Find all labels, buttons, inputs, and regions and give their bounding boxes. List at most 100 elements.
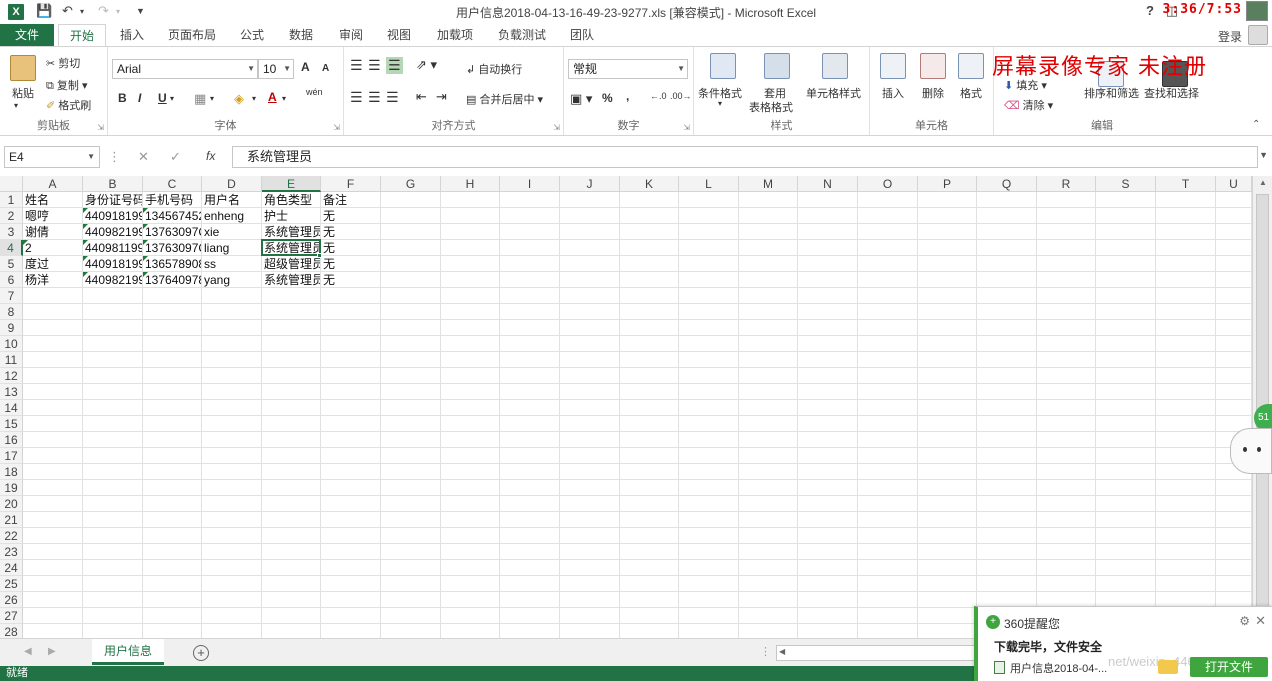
- row-header[interactable]: 6: [0, 272, 23, 288]
- name-box-dropdown-icon[interactable]: ▼: [87, 147, 95, 167]
- row-header[interactable]: 14: [0, 400, 23, 416]
- row-header[interactable]: 12: [0, 368, 23, 384]
- fill-color-dropdown-icon[interactable]: ▾: [252, 94, 256, 103]
- table-cell[interactable]: 度过: [23, 256, 82, 272]
- row-header[interactable]: 18: [0, 464, 23, 480]
- italic-button[interactable]: I: [138, 91, 141, 105]
- cut-button[interactable]: ✂ 剪切: [46, 55, 80, 71]
- percent-button[interactable]: %: [602, 91, 613, 105]
- row-header[interactable]: 19: [0, 480, 23, 496]
- phonetic-button[interactable]: wén: [306, 87, 323, 97]
- cell-styles-icon[interactable]: [822, 53, 848, 79]
- tab-formulas[interactable]: 公式: [232, 24, 272, 46]
- row-header[interactable]: 17: [0, 448, 23, 464]
- table-cell[interactable]: 无: [321, 224, 380, 240]
- font-name-combo[interactable]: Arial ▼: [112, 59, 258, 79]
- column-header[interactable]: O: [858, 176, 918, 192]
- row-header[interactable]: 28: [0, 624, 23, 638]
- header-cell[interactable]: 手机号码: [143, 192, 201, 208]
- column-header[interactable]: S: [1096, 176, 1156, 192]
- gear-icon[interactable]: ⚙: [1239, 614, 1250, 628]
- table-cell[interactable]: 440918199: [83, 256, 142, 272]
- row-header[interactable]: 10: [0, 336, 23, 352]
- row-header[interactable]: 20: [0, 496, 23, 512]
- tab-addins[interactable]: 加载项: [428, 24, 482, 46]
- column-header[interactable]: M: [739, 176, 798, 192]
- tab-team[interactable]: 团队: [562, 24, 602, 46]
- align-left-icon[interactable]: ☰: [350, 89, 363, 106]
- insert-cells-icon[interactable]: [880, 53, 906, 79]
- increase-indent-icon[interactable]: ⇥: [436, 89, 447, 105]
- column-header[interactable]: C: [143, 176, 202, 192]
- scroll-left-icon[interactable]: ◀: [779, 647, 785, 656]
- bold-button[interactable]: B: [118, 91, 127, 105]
- copy-button[interactable]: ⧉ 复制 ▾: [46, 77, 88, 93]
- insert-cells-button[interactable]: 插入: [882, 85, 904, 101]
- column-header[interactable]: R: [1037, 176, 1096, 192]
- folder-icon[interactable]: [1158, 660, 1178, 674]
- column-header[interactable]: E: [262, 176, 321, 192]
- table-cell[interactable]: 系统管理员: [262, 224, 320, 240]
- cancel-icon[interactable]: ✕: [138, 149, 149, 165]
- align-center-icon[interactable]: ☰: [368, 89, 381, 106]
- font-name-dropdown-icon[interactable]: ▼: [247, 60, 255, 78]
- recorder-icon[interactable]: [1246, 1, 1268, 21]
- column-header[interactable]: A: [23, 176, 83, 192]
- font-color-dropdown-icon[interactable]: ▾: [282, 94, 286, 103]
- name-box[interactable]: E4 ▼: [4, 146, 100, 168]
- scroll-up-icon[interactable]: ▲: [1253, 178, 1272, 187]
- expand-formula-icon[interactable]: ▼: [1259, 150, 1268, 160]
- tab-page-layout[interactable]: 页面布局: [160, 24, 224, 46]
- tab-split-handle[interactable]: ⋮: [760, 645, 771, 658]
- next-sheet-icon[interactable]: ▶: [48, 646, 56, 657]
- table-cell[interactable]: 系统管理员: [262, 272, 320, 288]
- cat-mascot-icon[interactable]: [1230, 428, 1272, 474]
- table-cell[interactable]: yang: [202, 272, 261, 288]
- sort-filter-button[interactable]: 排序和筛选: [1084, 85, 1139, 101]
- row-header[interactable]: 25: [0, 576, 23, 592]
- table-cell[interactable]: liang: [202, 240, 261, 256]
- tab-insert[interactable]: 插入: [110, 24, 154, 46]
- number-launcher-icon[interactable]: ⇲: [683, 123, 690, 132]
- grow-font-button[interactable]: A: [301, 60, 310, 74]
- underline-dropdown-icon[interactable]: ▾: [170, 94, 174, 103]
- border-icon[interactable]: ▦: [194, 91, 206, 107]
- table-cell[interactable]: 134567452: [143, 208, 201, 224]
- column-header[interactable]: U: [1216, 176, 1252, 192]
- paste-dropdown-icon[interactable]: ▾: [14, 101, 18, 110]
- accounting-icon[interactable]: ▣ ▾: [570, 91, 592, 107]
- table-cell[interactable]: ss: [202, 256, 261, 272]
- table-cell[interactable]: 440918199: [83, 208, 142, 224]
- prev-sheet-icon[interactable]: ◀: [24, 646, 32, 657]
- align-middle-icon[interactable]: ☰: [368, 57, 381, 74]
- column-header[interactable]: D: [202, 176, 262, 192]
- header-cell[interactable]: 身份证号码: [83, 192, 142, 208]
- format-cells-icon[interactable]: [958, 53, 984, 79]
- tab-data[interactable]: 数据: [280, 24, 322, 46]
- table-cell[interactable]: 2: [23, 240, 82, 256]
- fill-handle[interactable]: [317, 253, 322, 258]
- decrease-indent-icon[interactable]: ⇤: [416, 89, 427, 105]
- tab-load-test[interactable]: 负载测试: [490, 24, 554, 46]
- row-header[interactable]: 15: [0, 416, 23, 432]
- conditional-format-icon[interactable]: [710, 53, 736, 79]
- table-cell[interactable]: 系统管理员: [262, 240, 320, 256]
- wrap-text-button[interactable]: ↲ 自动换行: [466, 61, 522, 77]
- clear-button[interactable]: ⌫ 清除 ▾: [1004, 97, 1053, 113]
- font-launcher-icon[interactable]: ⇲: [333, 123, 340, 132]
- formula-input[interactable]: 系统管理员: [232, 146, 1258, 168]
- sheet-tab-active[interactable]: 用户信息: [92, 639, 165, 665]
- conditional-format-dropdown-icon[interactable]: ▾: [718, 99, 722, 108]
- tab-review[interactable]: 审阅: [330, 24, 372, 46]
- find-select-button[interactable]: 查找和选择: [1144, 85, 1199, 101]
- table-cell[interactable]: 无: [321, 240, 380, 256]
- shrink-font-button[interactable]: A: [322, 63, 329, 74]
- format-as-table-label[interactable]: 表格格式: [749, 99, 793, 115]
- underline-button[interactable]: U: [158, 91, 167, 105]
- table-cell[interactable]: 护士: [262, 208, 320, 224]
- header-cell[interactable]: 角色类型: [262, 192, 320, 208]
- column-header[interactable]: J: [560, 176, 620, 192]
- orientation-icon[interactable]: ⇗ ▾: [416, 57, 437, 73]
- increase-decimal-icon[interactable]: ←.0: [650, 91, 667, 101]
- tab-view[interactable]: 视图: [378, 24, 420, 46]
